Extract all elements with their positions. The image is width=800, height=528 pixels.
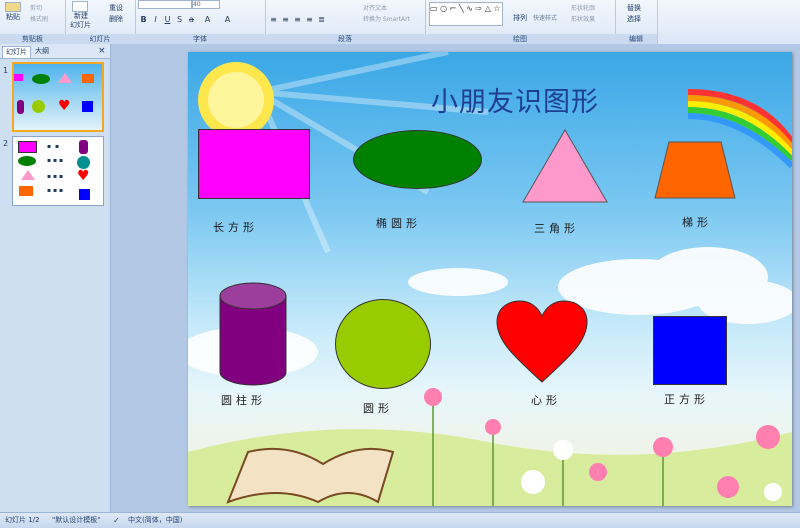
justify-icon[interactable]: ≡ bbox=[305, 15, 314, 25]
font-size-dropdown[interactable]: 40 bbox=[192, 0, 220, 9]
thumb2-rect bbox=[18, 141, 37, 153]
slide-background-art bbox=[188, 52, 792, 506]
align-text-button[interactable]: 对齐文本 bbox=[363, 3, 387, 12]
spacing-button[interactable]: A bbox=[203, 15, 212, 25]
circle-label[interactable]: 圆形 bbox=[363, 400, 393, 416]
thumb-rect bbox=[14, 74, 23, 81]
thumb2-heart: ♥ bbox=[77, 168, 90, 184]
new-slide-button-line2[interactable]: 幻灯片 bbox=[70, 20, 91, 30]
tab-outline[interactable]: 大纲 bbox=[32, 46, 52, 57]
slides-group: 新建 幻灯片 重设 删除 幻灯片 bbox=[65, 0, 136, 44]
trapezoid-shape[interactable] bbox=[654, 141, 736, 199]
thumb2-trapezoid bbox=[19, 186, 33, 196]
format-painter-button[interactable]: 格式刷 bbox=[30, 14, 48, 23]
thumb-square bbox=[82, 101, 93, 112]
square-label[interactable]: 正方形 bbox=[664, 391, 709, 407]
cylinder-label[interactable]: 圆柱形 bbox=[221, 392, 266, 408]
slide-number-2: 2 bbox=[3, 139, 9, 148]
rectangle-shape[interactable] bbox=[198, 129, 310, 199]
thumb2-dots-3: ▪ ▪ ▪ bbox=[47, 173, 64, 180]
language-indicator[interactable]: 中文(简体，中国) bbox=[128, 513, 182, 528]
close-panel-icon[interactable]: × bbox=[95, 46, 109, 57]
slide-thumbnail-2[interactable]: ▪ ▪ ▪ ▪ ▪ ▪ ▪ ▪ ▪ ▪ ▪ ♥ bbox=[12, 136, 104, 206]
thumb2-triangle bbox=[21, 170, 35, 180]
paragraph-group-label: 段落 bbox=[265, 34, 425, 44]
ellipse-label[interactable]: 椭圆形 bbox=[376, 215, 421, 231]
slides-panel: 幻灯片 大纲 × 1 ♥ 2 ▪ ▪ ▪ ▪ ▪ ▪ ▪ ▪ ▪ ▪ ▪ ♥ bbox=[0, 44, 111, 512]
cylinder-shape[interactable] bbox=[219, 282, 287, 386]
slide-number-1: 1 bbox=[3, 66, 9, 75]
spellcheck-icon[interactable]: ✓ bbox=[113, 513, 120, 528]
reset-button[interactable]: 重设 bbox=[109, 3, 123, 13]
underline-button[interactable]: U bbox=[163, 15, 172, 25]
drawing-group: ▭ ○ ⌐ ╲ ∿ ⇨ △ ☆ 排列 快速样式 形状轮廓 形状效果 绘图 bbox=[425, 0, 616, 44]
slides-group-label: 幻灯片 bbox=[65, 34, 135, 44]
rectangle-label[interactable]: 长方形 bbox=[213, 219, 258, 235]
editing-group-label: 编辑 bbox=[615, 34, 657, 44]
align-center-icon[interactable]: ≡ bbox=[281, 15, 290, 25]
italic-button[interactable]: I bbox=[151, 15, 160, 25]
theme-name[interactable]: "默认设计模板" bbox=[52, 513, 100, 528]
align-right-icon[interactable]: ≡ bbox=[293, 15, 302, 25]
shape-effects-button[interactable]: 形状效果 bbox=[571, 14, 595, 23]
tab-slides[interactable]: 幻灯片 bbox=[2, 46, 31, 58]
status-bar: 幻灯片 1/2 "默认设计模板" ✓ 中文(简体，中国) bbox=[0, 512, 800, 528]
heart-label[interactable]: 心形 bbox=[531, 392, 561, 408]
clipboard-group-label: 剪贴板 bbox=[0, 34, 65, 44]
heart-shape[interactable] bbox=[496, 300, 588, 384]
thumb2-ellipse bbox=[18, 156, 36, 166]
book-icon bbox=[226, 447, 395, 504]
thumb-cylinder bbox=[17, 100, 24, 114]
font-group: 40 B I U S a A A 字体 bbox=[135, 0, 266, 44]
shapes-gallery[interactable]: ▭ ○ ⌐ ╲ ∿ ⇨ △ ☆ bbox=[429, 2, 503, 26]
thumb-trapezoid bbox=[82, 74, 94, 83]
slide-title[interactable]: 小朋友识图形 bbox=[431, 80, 599, 119]
thumb2-cylinder bbox=[79, 140, 88, 154]
strike-button[interactable]: a bbox=[187, 15, 196, 25]
thumb2-dots-2: ▪ ▪ ▪ bbox=[47, 157, 64, 164]
quick-styles-button[interactable]: 快速样式 bbox=[533, 13, 557, 22]
square-shape[interactable] bbox=[653, 316, 727, 385]
bold-button[interactable]: B bbox=[139, 15, 148, 25]
paste-button[interactable]: 粘贴 bbox=[6, 12, 20, 22]
arrange-button[interactable]: 排列 bbox=[513, 13, 527, 23]
align-left-icon[interactable]: ≡ bbox=[269, 15, 278, 25]
shadow-button[interactable]: S bbox=[175, 15, 184, 25]
thumb-ellipse bbox=[32, 74, 50, 84]
clipboard-group: 粘贴 剪切 格式刷 剪贴板 bbox=[0, 0, 66, 44]
paragraph-group: 对齐文本 转换为 SmartArt ≡ ≡ ≡ ≡ ≣ 段落 bbox=[265, 0, 426, 44]
delete-button[interactable]: 删除 bbox=[109, 14, 123, 24]
font-name-dropdown[interactable] bbox=[138, 0, 192, 9]
thumb-heart: ♥ bbox=[58, 98, 71, 114]
slide-canvas[interactable]: 小朋友识图形 长方形 椭圆形 三角形 梯形 圆柱形 圆形 心形 正方形 bbox=[188, 52, 792, 506]
thumb-triangle bbox=[58, 73, 72, 83]
triangle-shape[interactable] bbox=[522, 129, 608, 203]
thumb-circle bbox=[32, 100, 45, 113]
font-group-label: 字体 bbox=[135, 34, 265, 44]
shape-outline-button[interactable]: 形状轮廓 bbox=[571, 3, 595, 12]
ribbon: 粘贴 剪切 格式刷 剪贴板 新建 幻灯片 重设 删除 幻灯片 40 B I U … bbox=[0, 0, 800, 45]
trapezoid-label[interactable]: 梯形 bbox=[682, 214, 712, 230]
font-size-value: 40 bbox=[193, 1, 201, 8]
select-button[interactable]: 选择 bbox=[627, 14, 641, 24]
triangle-label[interactable]: 三角形 bbox=[534, 220, 579, 236]
smartart-button[interactable]: 转换为 SmartArt bbox=[363, 14, 410, 23]
ellipse-shape[interactable] bbox=[353, 130, 482, 189]
panel-tabs: 幻灯片 大纲 × bbox=[0, 44, 110, 59]
thumb2-dots-1: ▪ ▪ bbox=[47, 143, 61, 150]
editing-group: 替换 选择 编辑 bbox=[615, 0, 658, 44]
font-color-button[interactable]: A bbox=[223, 15, 232, 25]
thumb2-square bbox=[79, 189, 90, 200]
cut-button[interactable]: 剪切 bbox=[30, 3, 42, 12]
paste-icon bbox=[5, 2, 21, 12]
thumb2-dots-4: ▪ ▪ ▪ bbox=[47, 187, 64, 194]
columns-icon[interactable]: ≣ bbox=[317, 15, 326, 25]
slide-thumbnail-1[interactable]: ♥ bbox=[12, 62, 104, 132]
slide-position: 幻灯片 1/2 bbox=[5, 516, 40, 524]
replace-button[interactable]: 替换 bbox=[627, 3, 641, 13]
drawing-group-label: 绘图 bbox=[425, 34, 615, 44]
circle-shape[interactable] bbox=[335, 299, 431, 389]
